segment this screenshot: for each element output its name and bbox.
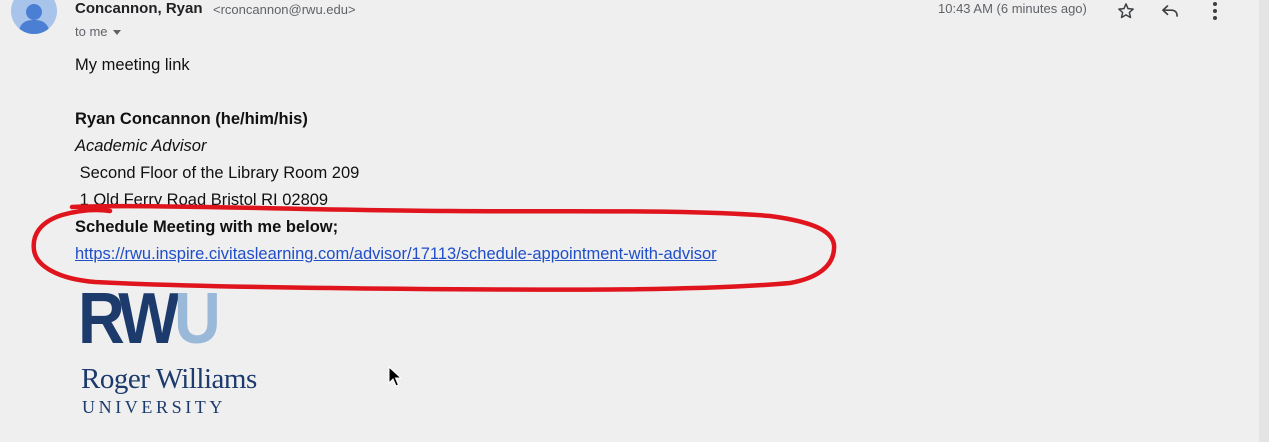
scrollbar-track[interactable] — [1259, 0, 1269, 442]
reply-button[interactable] — [1157, 0, 1183, 24]
sender-avatar[interactable] — [11, 0, 57, 34]
message-timestamp: 10:43 AM (6 minutes ago) — [938, 1, 1087, 16]
sender-name[interactable]: Concannon, Ryan — [75, 0, 203, 17]
signature-address-line2: 1 Old Ferry Road Bristol RI 02809 — [75, 191, 329, 209]
signature-name: Ryan Concannon (he/him/his) — [75, 110, 308, 128]
more-options-button[interactable] — [1202, 0, 1228, 24]
signature-title: Academic Advisor — [75, 137, 207, 155]
message-intro: My meeting link — [75, 56, 190, 74]
logo-letters: RWU — [78, 279, 221, 359]
star-button[interactable] — [1113, 0, 1139, 24]
star-icon — [1118, 3, 1134, 19]
more-vert-icon — [1213, 2, 1217, 20]
schedule-heading: Schedule Meeting with me below; — [75, 218, 339, 236]
reply-icon — [1162, 5, 1178, 17]
logo-university-subtitle: UNIVERSITY — [82, 397, 226, 417]
sender-email: <rconcannon@rwu.edu> — [213, 2, 356, 17]
logo-university-name: Roger Williams — [81, 363, 257, 395]
chevron-down-icon[interactable] — [112, 30, 121, 36]
recipient-label: to me — [75, 24, 108, 39]
signature-address-line1: Second Floor of the Library Room 209 — [75, 164, 360, 182]
schedule-appointment-link[interactable]: https://rwu.inspire.civitaslearning.com/… — [75, 245, 717, 264]
mouse-cursor-icon — [388, 366, 402, 387]
rwu-logo: RWU Roger Williams UNIVERSITY — [78, 283, 293, 423]
recipient-details-toggle[interactable]: to me — [75, 24, 121, 39]
